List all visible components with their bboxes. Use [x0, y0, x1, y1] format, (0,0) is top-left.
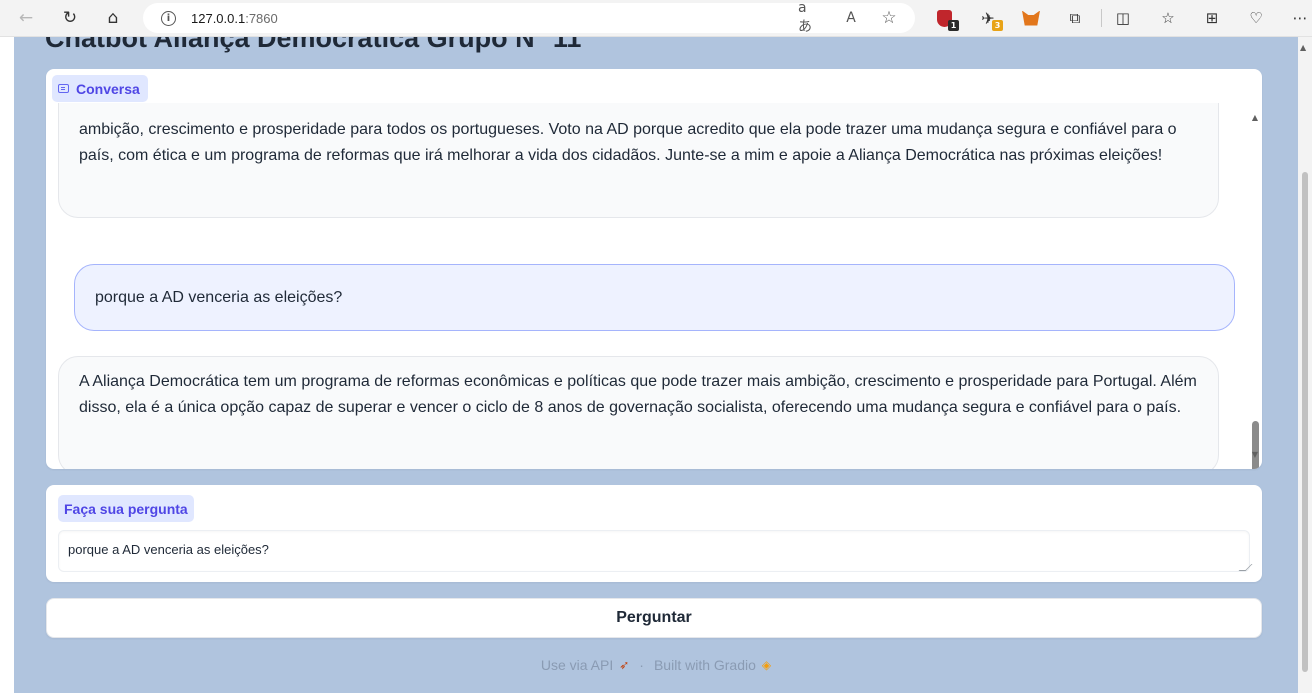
- gradio-page: Chatbot Aliança Democrática Grupo N° 11 …: [14, 37, 1298, 693]
- ublock-icon[interactable]: 1: [932, 6, 959, 31]
- favorite-star-icon[interactable]: ☆: [878, 7, 900, 29]
- metamask-icon[interactable]: [1019, 6, 1043, 30]
- back-arrow-icon[interactable]: ←: [13, 6, 39, 30]
- site-info-icon[interactable]: i: [161, 10, 176, 26]
- home-icon[interactable]: ⌂: [100, 6, 126, 30]
- chatbot-panel: Conversa ambição, crescimento e prosperi…: [46, 69, 1262, 469]
- browser-essentials-icon[interactable]: ♡: [1244, 6, 1268, 30]
- scroll-up-arrow-icon[interactable]: ▲: [1249, 113, 1261, 123]
- url-host: 127.0.0.1: [191, 10, 246, 26]
- extension-icon[interactable]: ✈ 3: [976, 6, 1003, 31]
- extensions-puzzle-icon[interactable]: ⧉: [1063, 6, 1087, 30]
- gradio-logo-icon: ◈: [761, 658, 772, 672]
- toolbar-divider: [1101, 9, 1102, 27]
- chat-scroll-thumb[interactable]: [1252, 421, 1259, 469]
- chat-history[interactable]: ambição, crescimento e prosperidade para…: [46, 103, 1262, 469]
- page-title: Chatbot Aliança Democrática Grupo N° 11: [45, 37, 582, 53]
- translate-icon[interactable]: aあ: [798, 0, 820, 35]
- read-aloud-icon[interactable]: A: [840, 7, 862, 29]
- reload-icon[interactable]: ↻: [57, 6, 83, 30]
- question-input[interactable]: [58, 530, 1250, 572]
- footer-separator: ·: [639, 657, 644, 673]
- ask-button[interactable]: Perguntar: [46, 598, 1262, 638]
- user-message: porque a AD venceria as eleições?: [74, 264, 1235, 331]
- rocket-icon: ➶: [619, 658, 630, 672]
- chat-bubble-icon: [58, 84, 69, 93]
- footer: Use via API ➶ · Built with Gradio ◈: [14, 655, 1298, 675]
- browser-toolbar: ← ↻ ⌂ i 127.0.0.1:7860 aあ A ☆ 1 ✈ 3 ⧉ ◫ …: [0, 0, 1312, 37]
- address-bar[interactable]: i 127.0.0.1:7860 aあ A ☆: [143, 0, 915, 35]
- chat-label: Conversa: [52, 75, 148, 102]
- use-via-api-link[interactable]: Use via API: [541, 657, 613, 673]
- question-label: Faça sua pergunta: [58, 495, 194, 522]
- more-options-icon[interactable]: ⋯: [1288, 6, 1312, 30]
- scroll-down-arrow-icon[interactable]: ▼: [1249, 450, 1261, 460]
- page-scrollbar[interactable]: ▲: [1298, 37, 1312, 693]
- url-port: :7860: [245, 10, 278, 26]
- bot-message: ambição, crescimento e prosperidade para…: [58, 103, 1219, 218]
- collections-icon[interactable]: ⊞: [1200, 6, 1224, 30]
- extension-badge: 3: [992, 20, 1003, 31]
- question-panel: Faça sua pergunta: [46, 485, 1262, 582]
- url-text[interactable]: 127.0.0.1:7860: [191, 11, 278, 26]
- split-screen-icon[interactable]: ◫: [1111, 6, 1135, 30]
- chat-scrollbar[interactable]: ▲ ▼: [1249, 107, 1261, 469]
- page-scroll-up-arrow-icon[interactable]: ▲: [1300, 43, 1306, 52]
- built-with-gradio-link[interactable]: Built with Gradio: [654, 657, 756, 673]
- ublock-badge: 1: [948, 20, 959, 31]
- favorites-icon[interactable]: ☆: [1156, 6, 1180, 30]
- chat-label-text: Conversa: [76, 80, 140, 97]
- bot-message: A Aliança Democrática tem um programa de…: [58, 356, 1219, 469]
- page-scroll-thumb[interactable]: [1302, 172, 1308, 672]
